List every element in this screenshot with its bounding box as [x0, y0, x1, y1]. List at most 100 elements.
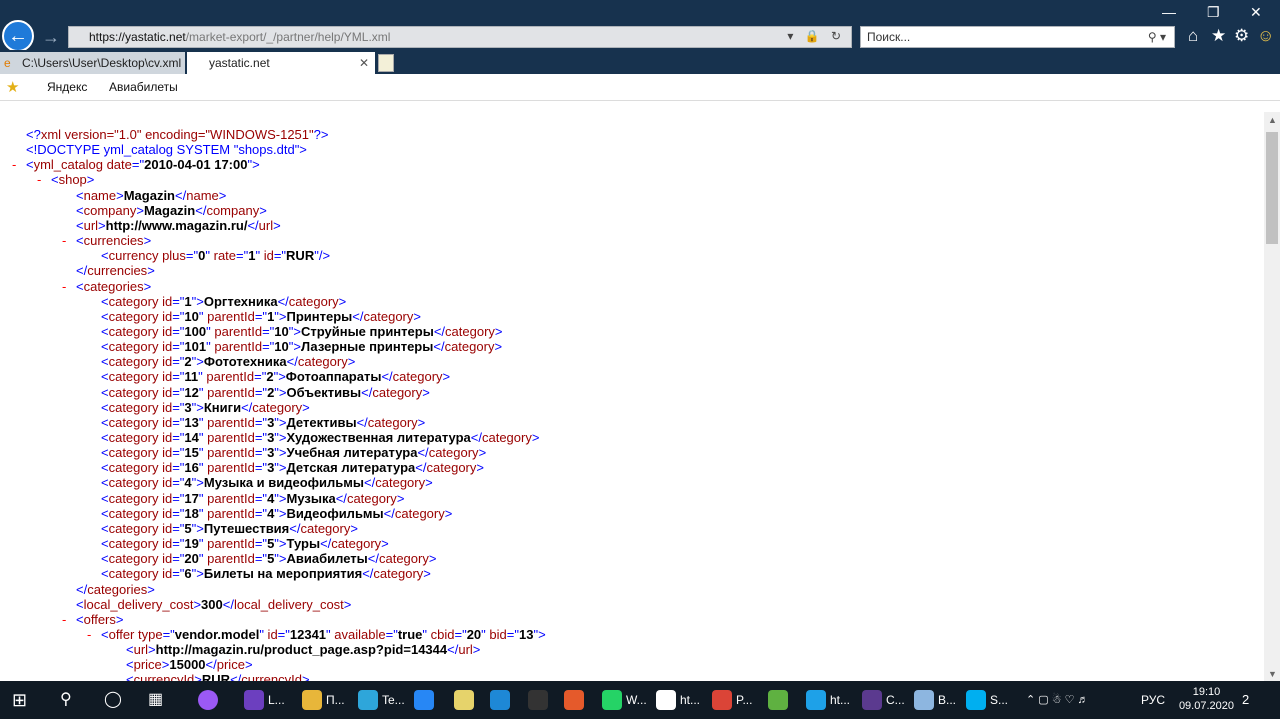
taskbar-app-whatsapp[interactable]: W... — [602, 687, 647, 713]
taskbar-app-terminal[interactable] — [528, 687, 552, 713]
favorites-star-icon[interactable]: ★ — [1211, 26, 1226, 46]
language-indicator[interactable]: РУС — [1141, 687, 1165, 713]
xml-token: parentId — [210, 323, 263, 339]
xml-token: categories — [87, 581, 148, 597]
add-favorite-icon[interactable]: ★ — [6, 78, 19, 96]
back-button[interactable]: ← — [2, 20, 34, 52]
taskbar-app-telegram[interactable]: Te... — [358, 687, 405, 713]
vertical-scrollbar[interactable]: ▲ ▼ — [1264, 112, 1280, 681]
taskbar-app-notepad[interactable] — [454, 687, 478, 713]
xml-token: date — [102, 157, 132, 173]
xml-token: 15000 — [169, 657, 206, 673]
xml-token: < — [101, 490, 109, 506]
xml-token: Оргтехника — [203, 293, 278, 309]
xml-token: xml version="1.0" encoding="WINDOWS-1251… — [40, 127, 314, 142]
collapse-toggle[interactable]: - — [12, 157, 16, 172]
xml-token: category — [108, 323, 159, 339]
taskbar-app-vscode[interactable] — [490, 687, 514, 713]
xml-token: RUR — [286, 248, 315, 264]
xml-token: =" — [172, 520, 185, 536]
forward-button[interactable]: → — [40, 26, 62, 48]
taskbar-app-torrent[interactable] — [768, 687, 792, 713]
xml-line: <price>15000</price> — [126, 657, 253, 672]
xml-token: </ — [277, 293, 289, 309]
clock-time: 19:10 — [1192, 686, 1221, 698]
tab-cv-xml[interactable]: e C:\Users\User\Desktop\cv.xml — [0, 52, 185, 74]
cortana-icon[interactable]: ◯ — [104, 687, 122, 713]
xml-token: category — [373, 566, 424, 582]
address-bar[interactable]: https://yastatic.net/market-export/_/par… — [68, 26, 852, 48]
taskbar-app-yandex[interactable]: ht... — [656, 687, 700, 713]
xml-token: > — [494, 323, 503, 339]
xml-token: "> — [273, 369, 286, 385]
scroll-up-icon[interactable]: ▲ — [1268, 115, 1277, 125]
xml-token: "> — [274, 490, 287, 506]
xml-token: company — [206, 202, 260, 218]
windows-start-icon[interactable]: ⊞ — [12, 687, 27, 713]
xml-token: http://www.magazin.ru/ — [105, 217, 248, 233]
xml-token: Туры — [286, 536, 321, 552]
xml-token: category — [375, 475, 426, 491]
xml-token: > — [444, 505, 453, 521]
xml-token: > — [244, 657, 253, 673]
taskbar-app-skype[interactable]: S... — [966, 687, 1008, 713]
home-icon[interactable]: ⌂ — [1188, 26, 1198, 46]
collapse-toggle[interactable]: - — [62, 279, 66, 294]
xml-token: =" — [172, 354, 185, 370]
close-tab-icon[interactable]: ✕ — [359, 52, 369, 74]
xml-token: 20 — [184, 551, 199, 567]
favorite-yandex[interactable]: Яндекс — [47, 80, 87, 94]
notifications-badge[interactable]: 2 — [1242, 687, 1249, 713]
xml-token: </ — [76, 263, 88, 279]
gear-icon[interactable]: ⚙ — [1234, 26, 1249, 46]
restore-icon[interactable]: ❐ — [1207, 4, 1220, 21]
collapse-toggle[interactable]: - — [37, 172, 41, 187]
taskbar-app-ie[interactable]: ht... — [806, 687, 850, 713]
scrollbar-thumb[interactable] — [1266, 132, 1278, 244]
minimize-icon[interactable]: — — [1162, 4, 1176, 20]
search-input[interactable]: Поиск... ⚲ ▾ — [860, 26, 1175, 48]
clock[interactable]: 19:10 09.07.2020 — [1179, 685, 1234, 713]
scroll-down-icon[interactable]: ▼ — [1268, 669, 1277, 679]
xml-token: 5 — [184, 520, 192, 536]
collapse-toggle[interactable]: - — [87, 627, 91, 642]
alice-icon[interactable] — [198, 687, 222, 713]
tray-icons[interactable]: ⌃ ▢ ☃ ♡ ♬ — [1026, 687, 1089, 713]
search-taskbar-icon[interactable]: ⚲ — [60, 687, 72, 713]
xml-line: <category id="2">Фототехника</category> — [101, 354, 355, 369]
xml-line: <?xml version="1.0" encoding="WINDOWS-12… — [26, 127, 328, 142]
xml-token: =" — [172, 384, 185, 400]
xml-token: </ — [76, 581, 88, 597]
taskbar-app-visual-studio[interactable]: L... — [244, 687, 285, 713]
taskbar-app-book[interactable]: B... — [914, 687, 956, 713]
close-window-icon[interactable]: ✕ — [1250, 4, 1262, 21]
xml-token: Принтеры — [286, 308, 353, 324]
xml-token: vendor.model — [174, 626, 260, 642]
collapse-toggle[interactable]: - — [62, 612, 66, 627]
taskbar-app-vk[interactable] — [414, 687, 438, 713]
address-controls-icon[interactable]: ▾ 🔒 ↻ — [787, 29, 845, 43]
xml-token: =" — [172, 430, 185, 445]
smiley-icon[interactable]: ☺ — [1257, 26, 1274, 46]
xml-token: categories — [83, 278, 144, 294]
taskbar-app-chrome[interactable]: P... — [712, 687, 752, 713]
xml-token: =" — [385, 626, 398, 642]
xml-token: > — [425, 475, 433, 491]
taskbar-app-folder[interactable]: П... — [302, 687, 345, 713]
xml-token: > — [147, 581, 155, 597]
taskbar-app-app[interactable] — [564, 687, 588, 713]
xml-token: shop — [58, 172, 87, 188]
xml-token: =" — [172, 505, 185, 521]
xml-token: RUR — [201, 672, 231, 681]
xml-token: category — [297, 354, 348, 370]
tab-yastatic[interactable]: yastatic.net ✕ — [187, 52, 375, 74]
xml-line: <category id="14" parentId="3">Художеств… — [101, 430, 539, 445]
xml-token: </ — [415, 460, 427, 476]
search-icon[interactable]: ⚲ ▾ — [1148, 27, 1166, 47]
xml-token: currencyId — [133, 672, 195, 681]
task-view-icon[interactable]: ▦ — [148, 687, 163, 713]
favorite-aviabilety[interactable]: Авиабилеты — [109, 80, 178, 94]
taskbar-app-console[interactable]: C... — [862, 687, 905, 713]
new-tab-button[interactable] — [378, 54, 394, 72]
collapse-toggle[interactable]: - — [62, 233, 66, 248]
